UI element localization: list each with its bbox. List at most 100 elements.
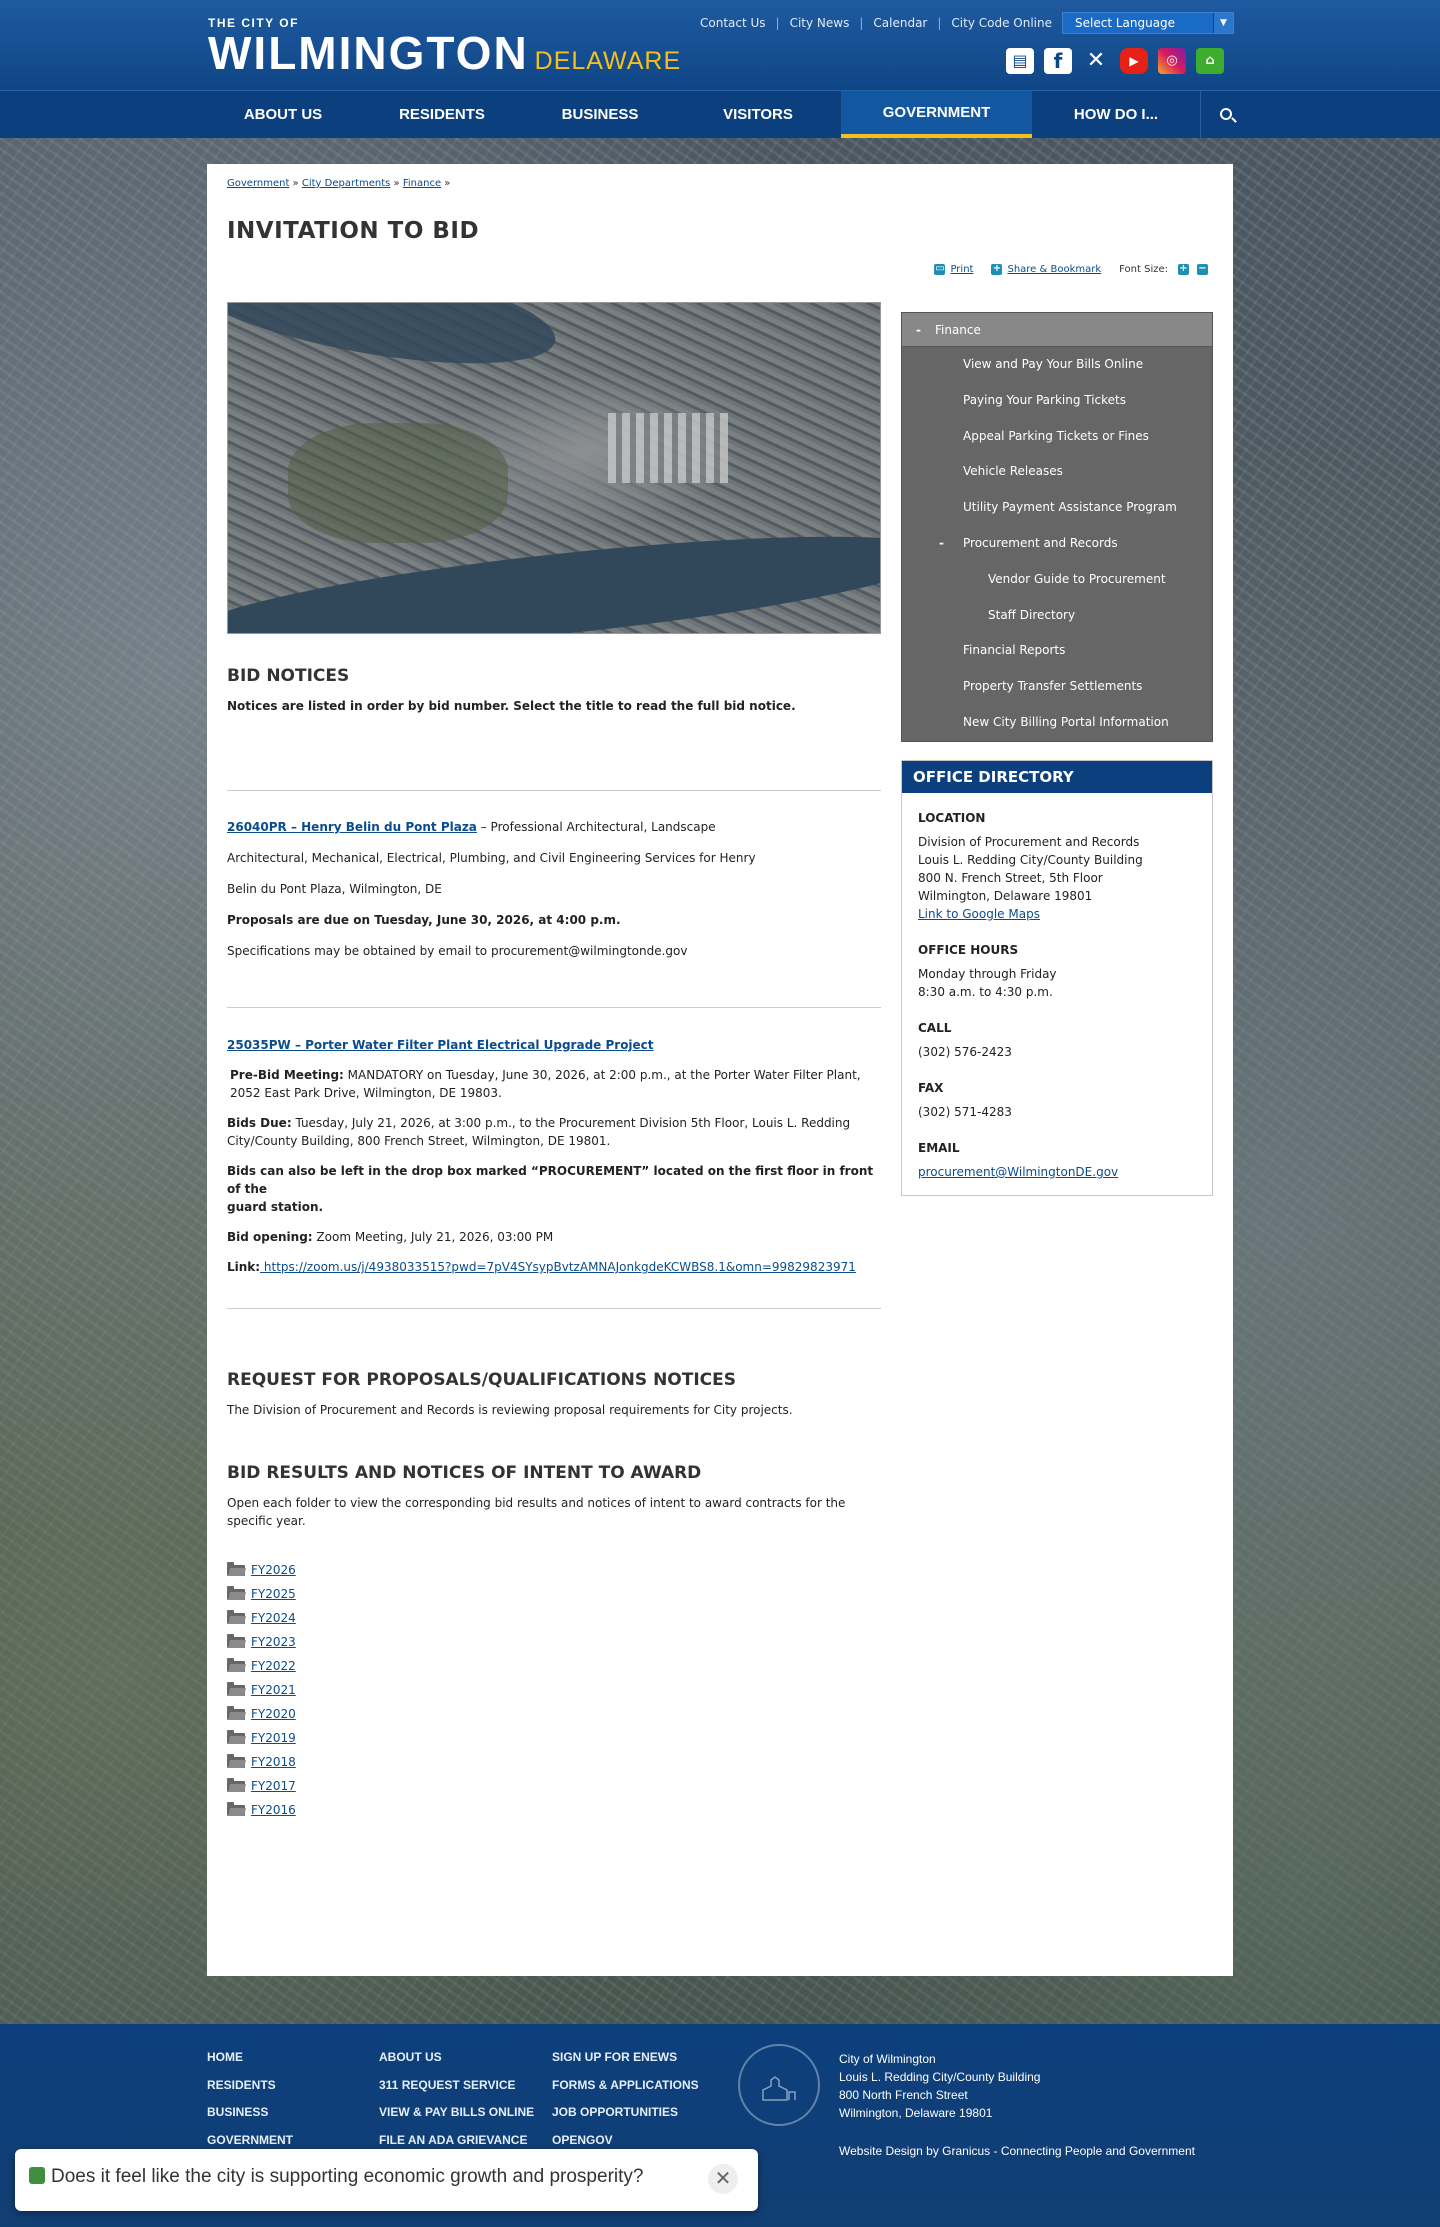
city-news-link[interactable]: City News [790,16,850,30]
nav-government[interactable]: GOVERNMENT [841,91,1032,138]
folder-link[interactable]: FY2024 [251,1606,296,1630]
folder-fy2021[interactable]: FY2021 [227,1678,296,1702]
sidenav-item-property-transfer[interactable]: Property Transfer Settlements [902,669,1212,705]
sidenav-item-pay-bills[interactable]: View and Pay Your Bills Online [902,347,1212,383]
breadcrumb-city-departments[interactable]: City Departments [302,178,391,189]
bid-link-26040PR[interactable]: 26040PR – Henry Belin du Pont Plaza [227,820,477,834]
logo-state: DELAWARE [534,47,682,75]
folder-fy2023[interactable]: FY2023 [227,1630,296,1654]
chevron-down-icon: ▼ [1213,13,1233,33]
font-increase-icon[interactable]: + [1178,264,1189,275]
sidenav-item-billing-portal[interactable]: New City Billing Portal Information [902,705,1212,741]
folder-fy2022[interactable]: FY2022 [227,1654,296,1678]
sidenav-item-appeal-tickets[interactable]: Appeal Parking Tickets or Fines [902,419,1212,455]
shopping-bag-icon [29,2167,45,2184]
nav-about-us[interactable]: ABOUT US [207,91,359,138]
folder-link[interactable]: FY2021 [251,1678,296,1702]
footer-col-1: HOME RESIDENTS BUSINESS GOVERNMENT [207,2050,293,2160]
breadcrumb-government[interactable]: Government [227,178,289,189]
folder-link[interactable]: FY2018 [251,1750,296,1774]
city-logo[interactable]: THE CITY OF WILMINGTON DELAWARE [208,14,681,76]
folder-icon [227,1801,245,1816]
folder-link[interactable]: FY2023 [251,1630,296,1654]
calendar-link[interactable]: Calendar [873,16,927,30]
share-bookmark-link[interactable]: Share & Bookmark [1007,264,1101,275]
folder-fy2019[interactable]: FY2019 [227,1726,296,1750]
x-icon[interactable]: ✕ [1082,48,1110,74]
sidenav-item-utility-assistance[interactable]: Utility Payment Assistance Program [902,490,1212,526]
footer-link-forms[interactable]: FORMS & APPLICATIONS [552,2078,699,2106]
font-decrease-icon[interactable]: − [1197,264,1208,275]
folder-icon [227,1753,245,1768]
footer-link-about-us[interactable]: ABOUT US [379,2050,534,2078]
sidenav-item-vendor-guide[interactable]: Vendor Guide to Procurement [902,562,1212,598]
folder-fy2020[interactable]: FY2020 [227,1702,296,1726]
footer-link-residents[interactable]: RESIDENTS [207,2078,293,2106]
footer-address-line: Louis L. Redding City/County Building [839,2070,1041,2084]
sidenav-item-vehicle-releases[interactable]: Vehicle Releases [902,454,1212,490]
bid-link-25035PW[interactable]: 25035PW – Porter Water Filter Plant Elec… [227,1038,654,1052]
footer-address-line: City of Wilmington [839,2052,936,2066]
folder-fy2026[interactable]: FY2026 [227,1558,296,1582]
email-label: EMAIL [918,1141,960,1155]
folder-link[interactable]: FY2025 [251,1582,296,1606]
collapse-toggle[interactable]: - [916,323,921,337]
breadcrumb: Government » City Departments » Finance … [227,178,451,189]
folder-link[interactable]: FY2017 [251,1774,296,1798]
nextdoor-icon[interactable]: ⌂ [1196,48,1224,74]
google-maps-link[interactable]: Link to Google Maps [918,907,1040,921]
nav-visitors[interactable]: VISITORS [675,91,841,138]
font-size-label: Font Size: [1119,264,1168,275]
collapse-toggle[interactable]: - [939,526,963,562]
close-icon[interactable]: ✕ [708,2164,738,2194]
footer-link-business[interactable]: BUSINESS [207,2105,293,2133]
bid-notices-intro: Notices are listed in order by bid numbe… [227,699,796,713]
language-select[interactable]: Select Language ▼ [1062,12,1234,34]
footer-link-enews[interactable]: SIGN UP FOR ENEWS [552,2050,699,2078]
rfp-heading: REQUEST FOR PROPOSALS/QUALIFICATIONS NOT… [227,1370,736,1390]
folder-link[interactable]: FY2019 [251,1726,296,1750]
sidenav-head-finance[interactable]: - Finance [902,313,1212,347]
footer-link-pay-bills[interactable]: VIEW & PAY BILLS ONLINE [379,2105,534,2133]
bid-notice-25035PW: 25035PW – Porter Water Filter Plant Elec… [227,1036,881,1276]
youtube-icon[interactable]: ▶ [1120,48,1148,74]
nav-how-do-i[interactable]: HOW DO I... [1032,91,1200,138]
bid-results-line: specific year. [227,1514,306,1528]
nav-business[interactable]: BUSINESS [525,91,675,138]
contact-us-link[interactable]: Contact Us [700,16,766,30]
sidenav-item-staff-directory[interactable]: Staff Directory [902,598,1212,634]
page-tools: ▭ Print + Share & Bookmark Font Size: + … [934,264,1213,275]
folder-fy2025[interactable]: FY2025 [227,1582,296,1606]
email-link[interactable]: procurement@WilmingtonDE.gov [918,1165,1118,1179]
news-icon[interactable]: ▤ [1006,48,1034,74]
sidenav-item-parking-tickets[interactable]: Paying Your Parking Tickets [902,383,1212,419]
sidenav-item-label: Procurement and Records [963,535,1118,550]
footer-link-home[interactable]: HOME [207,2050,293,2078]
folder-fy2017[interactable]: FY2017 [227,1774,296,1798]
footer-col-2: ABOUT US 311 REQUEST SERVICE VIEW & PAY … [379,2050,534,2160]
footer-credit[interactable]: Website Design by Granicus - Connecting … [839,2144,1195,2158]
breadcrumb-finance[interactable]: Finance [403,178,441,189]
footer-address-line: 800 North French Street [839,2088,968,2102]
facebook-icon[interactable]: f [1044,48,1072,74]
sidenav-item-procurement[interactable]: - Procurement and Records [902,526,1212,562]
footer-link-jobs[interactable]: JOB OPPORTUNITIES [552,2105,699,2133]
folder-fy2018[interactable]: FY2018 [227,1750,296,1774]
feedback-survey-banner[interactable]: Does it feel like the city is supporting… [15,2149,758,2211]
folder-fy2016[interactable]: FY2016 [227,1798,296,1822]
sidenav-item-financial-reports[interactable]: Financial Reports [902,633,1212,669]
nav-residents[interactable]: RESIDENTS [359,91,525,138]
folder-link[interactable]: FY2026 [251,1558,296,1582]
folder-fy2024[interactable]: FY2024 [227,1606,296,1630]
instagram-icon[interactable]: ◎ [1158,48,1186,74]
folder-link[interactable]: FY2020 [251,1702,296,1726]
office-directory-heading: OFFICE DIRECTORY [902,761,1212,793]
footer-link-311[interactable]: 311 REQUEST SERVICE [379,2078,534,2106]
search-button[interactable] [1200,91,1250,138]
phone-number: (302) 576-2423 [918,1045,1012,1059]
city-code-link[interactable]: City Code Online [951,16,1052,30]
folder-link[interactable]: FY2022 [251,1654,296,1678]
folder-link[interactable]: FY2016 [251,1798,296,1822]
print-link[interactable]: Print [950,264,973,275]
zoom-link[interactable]: https://zoom.us/j/4938033515?pwd=7pV4SYs… [260,1260,856,1274]
